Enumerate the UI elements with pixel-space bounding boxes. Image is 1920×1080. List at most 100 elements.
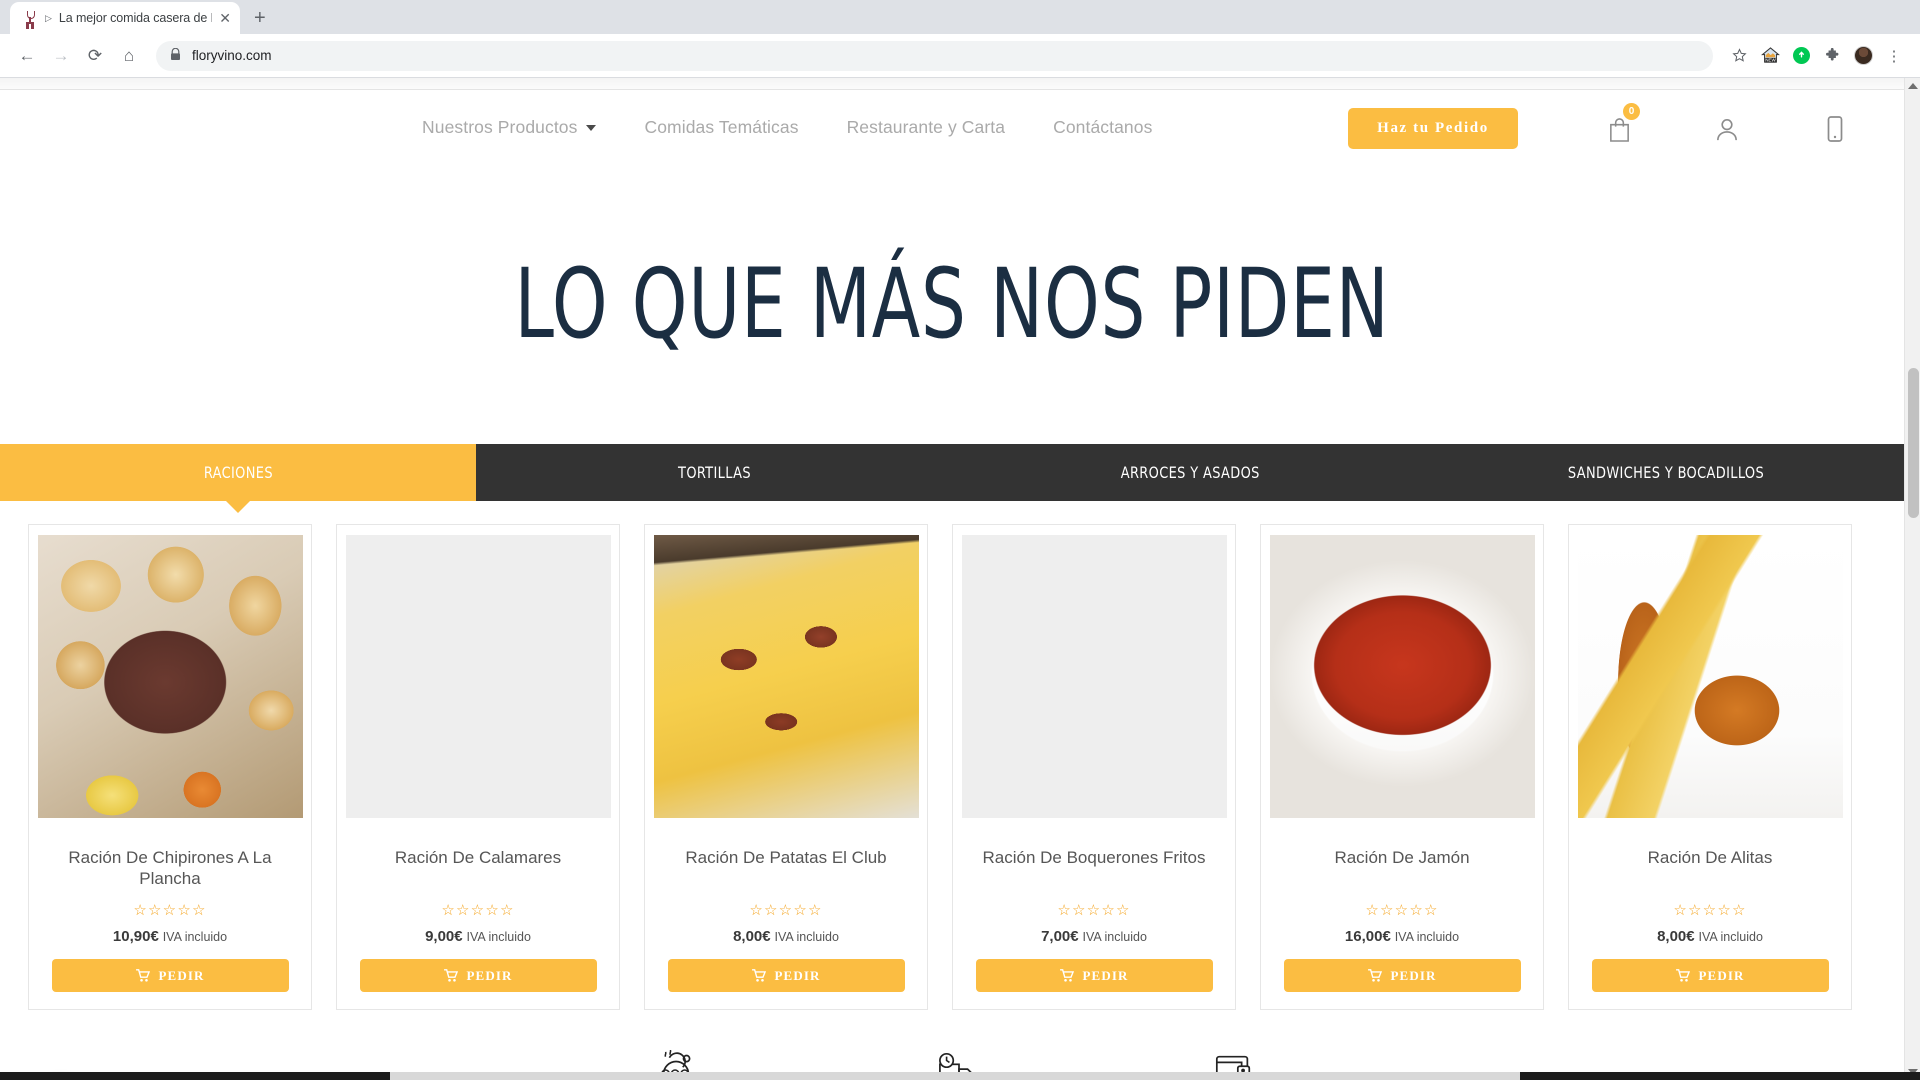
- product-grid: Ración De Chipirones A La Plancha ☆☆☆☆☆ …: [28, 524, 1876, 1010]
- order-product-button[interactable]: PEDIR: [667, 959, 905, 992]
- order-product-button[interactable]: PEDIR: [51, 959, 289, 992]
- nav-item-label: Nuestros Productos: [422, 116, 578, 137]
- product-image: [1269, 535, 1535, 818]
- rating-stars[interactable]: ☆☆☆☆☆: [133, 891, 206, 918]
- price-line: 10,90€ IVA incluido: [113, 928, 227, 945]
- nav-icon-group: 0: [1565, 103, 1889, 153]
- nav-item-label: Contáctanos: [1053, 116, 1153, 137]
- vat-note: IVA incluido: [466, 930, 531, 944]
- close-icon[interactable]: ✕: [219, 11, 231, 25]
- product-card[interactable]: Ración De Patatas El Club ☆☆☆☆☆ 8,00€ IV…: [644, 524, 928, 1010]
- product-title: Ración De Boquerones Fritos: [982, 848, 1206, 867]
- product-image: [961, 535, 1227, 818]
- product-price: 7,00€: [1041, 928, 1079, 945]
- vat-note: IVA incluido: [162, 930, 228, 944]
- scroll-up-arrow[interactable]: [1908, 83, 1918, 89]
- rating-stars[interactable]: ☆☆☆☆☆: [1673, 891, 1746, 918]
- site-navigation: Nuestros Productos Comidas Temáticas Res…: [0, 91, 1904, 163]
- page-viewport: Nuestros Productos Comidas Temáticas Res…: [0, 78, 1920, 1080]
- product-image: [653, 535, 919, 818]
- product-price: 8,00€: [733, 928, 771, 945]
- toolbar-icons: NEW ⋮: [1725, 42, 1908, 70]
- product-title: Ración De Alitas: [1647, 848, 1773, 867]
- page-title: LO QUE MÁS NOS PIDEN: [514, 248, 1390, 360]
- order-product-button[interactable]: PEDIR: [359, 959, 597, 992]
- order-now-button[interactable]: Haz tu Pedido: [1348, 108, 1518, 149]
- nav-item-contactanos[interactable]: Contáctanos: [1029, 117, 1176, 138]
- price-line: 8,00€ IVA incluido: [1657, 928, 1763, 945]
- scrollbar-thumb[interactable]: [1908, 368, 1919, 518]
- product-price: 16,00€: [1344, 928, 1391, 945]
- account-button[interactable]: [1673, 105, 1781, 153]
- bookmark-star-icon[interactable]: [1725, 42, 1753, 70]
- vat-note: IVA incluido: [1394, 930, 1460, 944]
- product-card[interactable]: Ración De Alitas ☆☆☆☆☆ 8,00€ IVA incluid…: [1568, 524, 1852, 1010]
- rating-stars[interactable]: ☆☆☆☆☆: [1365, 891, 1438, 918]
- house-new-extension-icon[interactable]: NEW: [1756, 42, 1784, 70]
- order-product-button[interactable]: PEDIR: [1591, 959, 1829, 992]
- taskbar-strip: [0, 1072, 1920, 1080]
- product-image: [1577, 535, 1843, 818]
- cart-icon: [443, 969, 458, 982]
- tab-label: ARROCES Y ASADOS: [1120, 463, 1260, 482]
- page-scrollbar[interactable]: [1904, 78, 1920, 1080]
- order-product-button[interactable]: PEDIR: [1283, 959, 1521, 992]
- taskbar-segment: [390, 1072, 1520, 1080]
- cart-icon: [1675, 969, 1690, 982]
- tab-tortillas[interactable]: TORTILLAS: [476, 444, 952, 501]
- wine-glass-icon: [22, 10, 38, 26]
- lock-icon: [170, 47, 181, 64]
- category-tabs: RACIONES TORTILLAS ARROCES Y ASADOS SAND…: [0, 444, 1904, 513]
- order-product-button[interactable]: PEDIR: [975, 959, 1213, 992]
- back-icon[interactable]: ←: [12, 41, 42, 71]
- cart-icon: [1059, 969, 1074, 982]
- reload-icon[interactable]: ⟳: [80, 41, 110, 71]
- nav-links: Nuestros Productos Comidas Temáticas Res…: [398, 117, 1176, 138]
- nav-item-nuestros-productos[interactable]: Nuestros Productos: [398, 117, 620, 138]
- product-card[interactable]: Ración De Calamares ☆☆☆☆☆ 9,00€ IVA incl…: [336, 524, 620, 1010]
- cart-button[interactable]: 0: [1565, 103, 1673, 153]
- product-title: Ración De Calamares: [394, 848, 562, 867]
- price-line: 16,00€ IVA incluido: [1345, 928, 1459, 945]
- product-card[interactable]: Ración De Jamón ☆☆☆☆☆ 16,00€ IVA incluid…: [1260, 524, 1544, 1010]
- product-card[interactable]: Ración De Boquerones Fritos ☆☆☆☆☆ 7,00€ …: [952, 524, 1236, 1010]
- product-image: [345, 535, 611, 818]
- nav-item-restaurante-y-carta[interactable]: Restaurante y Carta: [823, 117, 1030, 138]
- mobile-app-button[interactable]: [1781, 105, 1889, 153]
- url-text: floryvino.com: [192, 48, 272, 63]
- cart-icon: [751, 969, 766, 982]
- address-bar[interactable]: floryvino.com: [156, 40, 1713, 71]
- green-circle-extension-icon[interactable]: [1787, 42, 1815, 70]
- extensions-puzzle-icon[interactable]: [1818, 42, 1846, 70]
- sticky-header-edge: [0, 78, 1904, 90]
- tab-sandwiches-y-bocadillos[interactable]: SANDWICHES Y BOCADILLOS: [1428, 444, 1904, 501]
- price-line: 8,00€ IVA incluido: [733, 928, 839, 945]
- nav-item-comidas-tematicas[interactable]: Comidas Temáticas: [620, 117, 822, 138]
- rating-stars[interactable]: ☆☆☆☆☆: [749, 891, 822, 918]
- browser-tab[interactable]: ▷ La mejor comida casera de Poz ✕: [10, 2, 240, 34]
- new-tab-button[interactable]: +: [254, 8, 266, 28]
- svg-text:NEW: NEW: [1765, 58, 1776, 63]
- product-title: Ración De Jamón: [1334, 848, 1470, 867]
- vat-note: IVA incluido: [1698, 930, 1763, 944]
- cart-count-badge: 0: [1623, 103, 1640, 120]
- chrome-menu-icon[interactable]: ⋮: [1880, 42, 1908, 70]
- chevron-down-icon: [586, 125, 597, 131]
- tab-raciones[interactable]: RACIONES: [0, 444, 476, 513]
- order-product-label: PEDIR: [774, 967, 821, 983]
- cart-icon: [135, 969, 150, 982]
- tab-label: RACIONES: [203, 463, 273, 482]
- profile-avatar[interactable]: [1849, 42, 1877, 70]
- browser-tab-strip: ▷ La mejor comida casera de Poz ✕ +: [0, 0, 1920, 34]
- rating-stars[interactable]: ☆☆☆☆☆: [441, 891, 514, 918]
- home-icon[interactable]: ⌂: [114, 41, 144, 71]
- rating-stars[interactable]: ☆☆☆☆☆: [1057, 891, 1130, 918]
- forward-icon[interactable]: →: [46, 41, 76, 71]
- nav-item-label: Restaurante y Carta: [846, 116, 1006, 137]
- tab-arroces-y-asados[interactable]: ARROCES Y ASADOS: [952, 444, 1428, 501]
- product-price: 8,00€: [1657, 928, 1695, 945]
- tab-label: SANDWICHES Y BOCADILLOS: [1567, 463, 1765, 482]
- nav-item-label: Comidas Temáticas: [644, 116, 799, 137]
- browser-toolbar: ← → ⟳ ⌂ floryvino.com NEW ⋮: [0, 34, 1920, 78]
- product-card[interactable]: Ración De Chipirones A La Plancha ☆☆☆☆☆ …: [28, 524, 312, 1010]
